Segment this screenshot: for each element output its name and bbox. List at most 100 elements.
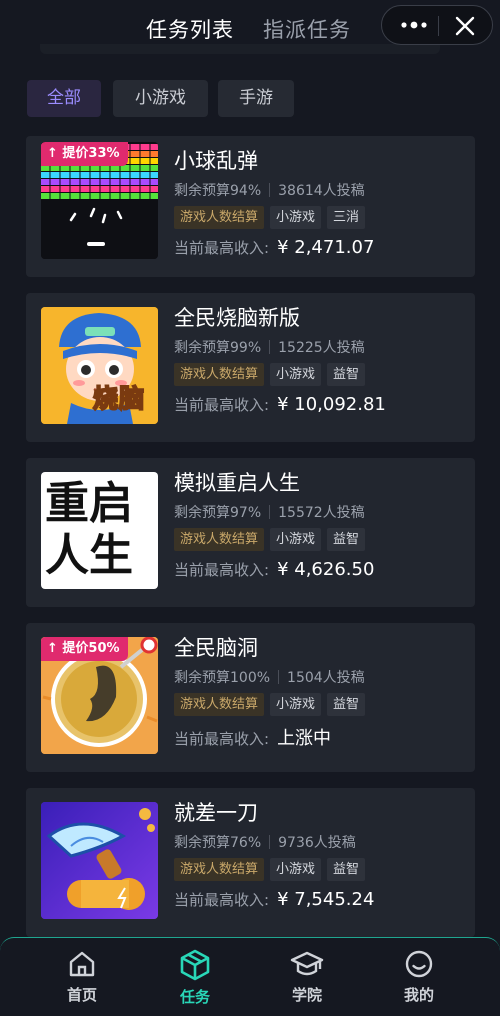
- tag-genre: 益智: [327, 363, 366, 386]
- nav-item-profile[interactable]: 我的: [384, 948, 454, 1014]
- price-increase-badge: ↑ 提价33%: [41, 142, 128, 166]
- nav-label: 任务: [179, 988, 210, 1006]
- tag-settlement: 游戏人数结算: [174, 363, 265, 386]
- tag-genre: 益智: [327, 528, 366, 551]
- thumbnail-calligraphy: 重启 人生: [45, 478, 155, 588]
- tag-settlement: 游戏人数结算: [174, 206, 265, 229]
- max-income: 当前最高收入: ¥ 4,626.50: [174, 559, 374, 580]
- nav-item-tasks[interactable]: 任务: [160, 948, 230, 1014]
- task-card[interactable]: ↑ 提价33% 小球乱弹 剩余预算94% 38614人投稿 游戏人数结算 小游戏 三消…: [26, 136, 475, 277]
- submission-count: 38614人投稿: [278, 183, 365, 199]
- filter-chip-mini-game[interactable]: 小游戏: [113, 80, 208, 117]
- remaining-budget: 剩余预算76%: [174, 835, 262, 851]
- price-increase-badge: ↑ 提价50%: [41, 637, 128, 661]
- remaining-budget: 剩余预算100%: [174, 670, 271, 686]
- bottom-navigation: 首页 任务 学院 我的: [0, 937, 500, 1016]
- stats-divider: [269, 183, 271, 197]
- task-card[interactable]: 就差一刀 剩余预算76% 9736人投稿 游戏人数结算 小游戏 益智 当前最高收入: ¥…: [26, 788, 475, 937]
- game-thumbnail: 重启 人生: [41, 472, 158, 589]
- income-value: ¥ 7,545.24: [277, 889, 375, 910]
- tag-genre: 益智: [327, 693, 366, 716]
- mini-program-capsule: [381, 5, 493, 45]
- game-thumbnail: [41, 802, 158, 919]
- task-card[interactable]: 重启 人生 模拟重启人生 剩余预算97% 15572人投稿 游戏人数结算 小游戏 益智…: [26, 458, 475, 607]
- task-stats: 剩余预算99% 15225人投稿: [174, 337, 365, 357]
- game-thumbnail: ↑ 提价33%: [41, 142, 158, 259]
- task-card[interactable]: 烧脑 全民烧脑新版 剩余预算99% 15225人投稿 游戏人数结算 小游戏 益智 当前…: [26, 293, 475, 442]
- calligraphy-char: 重: [45, 478, 89, 529]
- nav-label: 学院: [291, 986, 322, 1004]
- tag-genre: 三消: [327, 206, 366, 229]
- max-income: 当前最高收入: ¥ 7,545.24: [174, 889, 374, 910]
- tag-genre: 益智: [327, 858, 366, 881]
- max-income: 当前最高收入: 上涨中: [174, 724, 331, 750]
- thumbnail-title-text: 烧脑: [92, 383, 146, 414]
- task-stats: 剩余预算97% 15572人投稿: [174, 502, 365, 522]
- tag-settlement: 游戏人数结算: [174, 693, 265, 716]
- stats-divider: [269, 340, 271, 354]
- tag-category: 小游戏: [270, 206, 322, 229]
- max-income: 当前最高收入: ¥ 10,092.81: [174, 394, 386, 415]
- income-label: 当前最高收入:: [174, 561, 270, 579]
- nav-label: 首页: [66, 986, 97, 1004]
- task-tags: 游戏人数结算 小游戏 三消: [174, 206, 371, 229]
- nav-label: 我的: [403, 986, 434, 1004]
- income-label: 当前最高收入:: [174, 239, 270, 257]
- income-label: 当前最高收入:: [174, 396, 270, 414]
- stats-divider: [269, 505, 271, 519]
- nav-item-home[interactable]: 首页: [47, 948, 117, 1014]
- remaining-budget: 剩余预算99%: [174, 340, 262, 356]
- income-value: ¥ 4,626.50: [277, 559, 375, 580]
- income-label: 当前最高收入:: [174, 891, 270, 909]
- task-stats: 剩余预算94% 38614人投稿: [174, 180, 365, 200]
- max-income: 当前最高收入: ¥ 2,471.07: [174, 237, 374, 258]
- task-card[interactable]: ↑ 提价50% 全民脑洞 剩余预算100% 1504人投稿 游戏人数结算 小游戏 益智…: [26, 623, 475, 772]
- submission-count: 1504人投稿: [287, 670, 365, 686]
- tag-category: 小游戏: [270, 363, 322, 386]
- income-value: 上涨中: [277, 728, 332, 749]
- tab-task-list[interactable]: 任务列表: [146, 14, 234, 44]
- filter-chip-all[interactable]: 全部: [27, 80, 101, 117]
- income-label: 当前最高收入:: [174, 730, 270, 748]
- income-value: ¥ 2,471.07: [277, 237, 375, 258]
- calligraphy-char: 人: [45, 530, 89, 581]
- task-name: 小球乱弹: [174, 149, 258, 173]
- tag-category: 小游戏: [270, 693, 322, 716]
- tag-settlement: 游戏人数结算: [174, 858, 265, 881]
- filter-chip-mobile-game[interactable]: 手游: [218, 80, 294, 117]
- home-icon: [69, 951, 95, 977]
- game-thumbnail: ↑ 提价50%: [41, 637, 158, 754]
- task-name: 就差一刀: [174, 801, 258, 825]
- badge-text: 提价50%: [62, 641, 120, 656]
- nav-item-academy[interactable]: 学院: [272, 948, 342, 1014]
- calligraphy-char: 启: [89, 478, 133, 529]
- more-dots-icon[interactable]: [396, 15, 432, 35]
- badge-text: 提价33%: [62, 146, 120, 161]
- task-name: 全民烧脑新版: [174, 306, 300, 330]
- close-icon[interactable]: [452, 13, 478, 39]
- task-stats: 剩余预算76% 9736人投稿: [174, 832, 356, 852]
- task-tags: 游戏人数结算 小游戏 益智: [174, 693, 371, 716]
- calligraphy-char: 生: [89, 530, 133, 581]
- stats-divider: [269, 835, 271, 849]
- task-name: 模拟重启人生: [174, 471, 300, 495]
- previous-card-peek: [40, 44, 440, 54]
- task-stats: 剩余预算100% 1504人投稿: [174, 667, 365, 687]
- tag-category: 小游戏: [270, 858, 322, 881]
- game-thumbnail: 烧脑: [41, 307, 158, 424]
- tag-category: 小游戏: [270, 528, 322, 551]
- submission-count: 15572人投稿: [278, 505, 365, 521]
- remaining-budget: 剩余预算94%: [174, 183, 262, 199]
- tab-assigned-tasks[interactable]: 指派任务: [263, 14, 351, 44]
- submission-count: 9736人投稿: [278, 835, 356, 851]
- task-tags: 游戏人数结算 小游戏 益智: [174, 528, 371, 551]
- arrow-up-icon: ↑: [47, 641, 63, 656]
- graduation-cap-icon: [290, 951, 324, 976]
- remaining-budget: 剩余预算97%: [174, 505, 262, 521]
- task-name: 全民脑洞: [174, 636, 258, 660]
- submission-count: 15225人投稿: [278, 340, 365, 356]
- income-value: ¥ 10,092.81: [277, 394, 386, 415]
- cube-icon: [180, 949, 210, 981]
- top-bar: 任务列表 指派任务: [0, 0, 500, 54]
- tag-settlement: 游戏人数结算: [174, 528, 265, 551]
